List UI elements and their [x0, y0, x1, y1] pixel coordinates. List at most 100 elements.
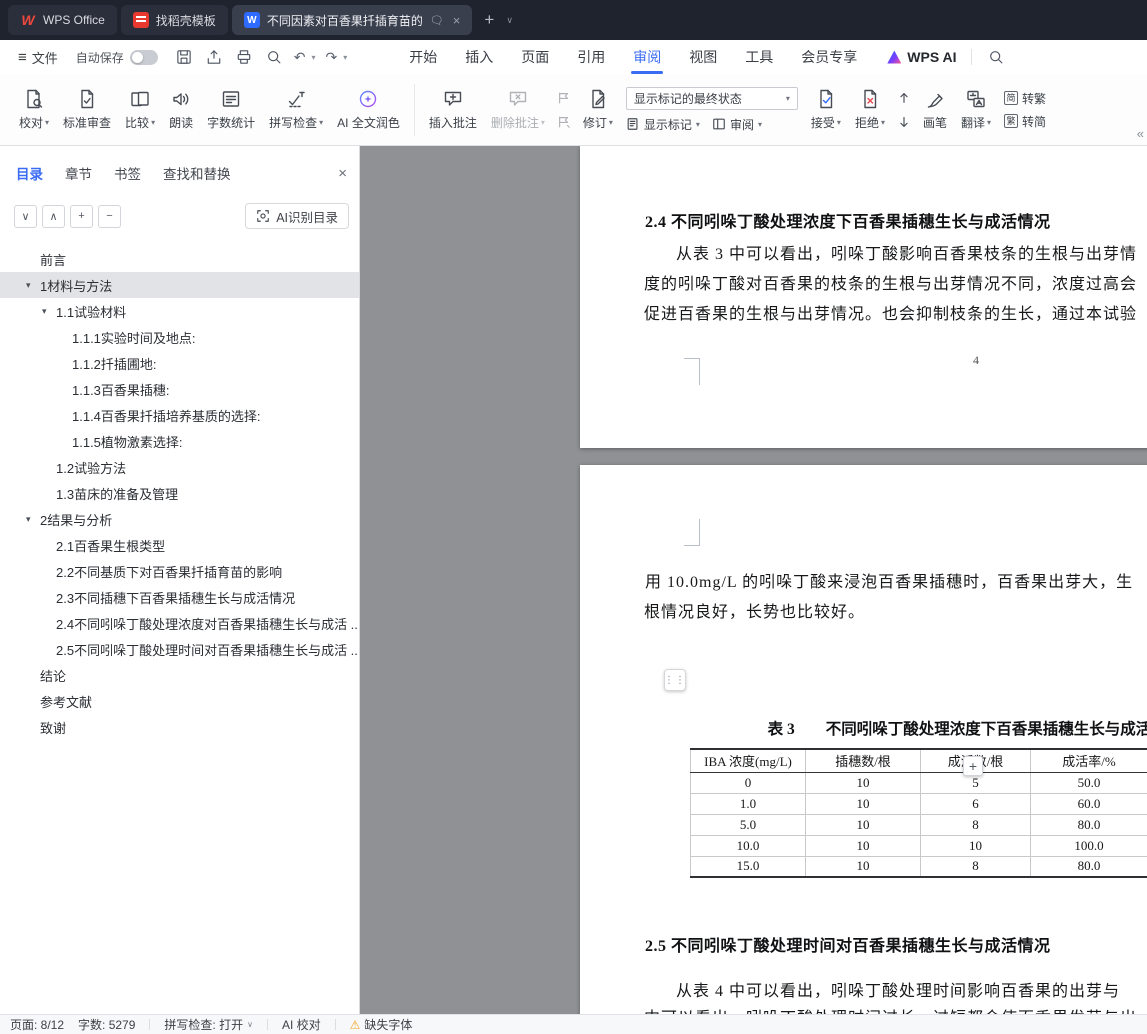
toc-expand-caret-icon[interactable]: ▾ — [42, 306, 47, 316]
toc-item[interactable]: 2.1百香果生根类型 — [0, 532, 359, 558]
insert-column-button[interactable]: + — [963, 756, 983, 776]
new-tab-button[interactable]: + — [476, 10, 502, 30]
close-tab-icon[interactable]: × — [453, 13, 461, 28]
menu-tab[interactable]: 引用 — [563, 40, 619, 74]
document-page-current[interactable]: 用 10.0mg/L 的吲哚丁酸来浸泡百香果插穗时，百香果出芽大，生 根情况良好… — [580, 465, 1147, 1014]
table-cell[interactable]: 0 — [690, 771, 806, 794]
toc-collapse-up-button[interactable]: ∧ — [42, 204, 65, 228]
menu-tab[interactable]: 插入 — [451, 40, 507, 74]
wps-ai-button[interactable]: WPS AI — [887, 49, 957, 65]
toc-item[interactable]: 1.1.3百香果插穗: — [0, 376, 359, 402]
toc-item[interactable]: 1.1.1实验时间及地点: — [0, 324, 359, 350]
sidebar-tab[interactable]: 书签 — [114, 163, 141, 183]
search-button[interactable] — [986, 47, 1006, 67]
proofread-button[interactable]: 校对 ▾ — [12, 80, 56, 140]
redo-caret-icon[interactable]: ▾ — [343, 53, 347, 62]
ai-polish-button[interactable]: AI 全文润色 — [330, 80, 407, 140]
to-simplified-button[interactable]: 繁 转简 — [1004, 113, 1046, 130]
read-aloud-button[interactable]: 朗读 — [162, 80, 200, 140]
autosave-toggle[interactable] — [129, 49, 158, 65]
toc-item[interactable]: 2.2不同基质下对百香果扦插育苗的影响 — [0, 558, 359, 584]
tab-document[interactable]: W 不同因素对百香果扦插育苗的 🗨 × — [231, 5, 473, 35]
table-cell[interactable]: 100.0 — [1030, 834, 1147, 857]
menu-tab[interactable]: 审阅 — [619, 40, 675, 74]
document-page-previous[interactable]: 2.4 不同吲哚丁酸处理浓度下百香果插穗生长与成活情况 从表 3 中可以看出，吲… — [580, 146, 1147, 448]
results-table[interactable]: IBA 浓度(mg/L)插穗数/根成活数/根成活率/% 010550.01.01… — [690, 748, 1147, 878]
page-indicator[interactable]: 页面: 8/12 — [10, 1016, 64, 1033]
ai-recognize-toc-button[interactable]: AI识别目录 — [245, 203, 349, 229]
toc-expand-down-button[interactable]: ∨ — [14, 204, 37, 228]
track-changes-button[interactable]: 修订 ▾ — [576, 80, 620, 140]
toc-item[interactable]: ▾ 1材料与方法 — [0, 272, 359, 298]
toc-item[interactable]: ▾ 2结果与分析 — [0, 506, 359, 532]
close-sidebar-icon[interactable]: × — [338, 165, 347, 182]
table-cell[interactable]: 10.0 — [690, 834, 806, 857]
toc-item[interactable]: 参考文献 — [0, 688, 359, 714]
menu-tab[interactable]: 页面 — [507, 40, 563, 74]
to-traditional-button[interactable]: 简 转繁 — [1004, 90, 1046, 107]
undo-button[interactable]: ↶ — [294, 49, 306, 66]
toc-item[interactable]: 1.1.2扦插圃地: — [0, 350, 359, 376]
table-cell[interactable]: 10 — [805, 792, 921, 815]
redo-button[interactable]: ↷ — [326, 49, 338, 66]
previous-comment-button[interactable] — [555, 90, 573, 106]
comment-bubble-icon[interactable]: 🗨 — [430, 14, 444, 27]
table-drag-handle[interactable]: ⋮⋮ — [664, 669, 686, 691]
collapse-ribbon-icon[interactable]: « — [1137, 126, 1144, 141]
table-cell[interactable]: 8 — [920, 813, 1031, 836]
toc-item[interactable]: 1.1.5植物激素选择: — [0, 428, 359, 454]
print-button[interactable] — [234, 47, 254, 67]
document-canvas[interactable]: 2.4 不同吲哚丁酸处理浓度下百香果插穗生长与成活情况 从表 3 中可以看出，吲… — [360, 146, 1147, 1014]
review-pane-button[interactable]: 审阅 ▾ — [712, 116, 762, 133]
menu-tab[interactable]: 会员专享 — [787, 40, 871, 74]
menu-tab[interactable]: 开始 — [395, 40, 451, 74]
insert-comment-button[interactable]: 插入批注 — [422, 80, 484, 140]
tab-list-caret-icon[interactable]: ∨ — [506, 15, 513, 26]
spell-check-button[interactable]: 拼写检查 ▾ — [262, 80, 330, 140]
next-comment-button[interactable] — [555, 114, 573, 130]
toc-item[interactable]: 1.2试验方法 — [0, 454, 359, 480]
accept-button[interactable]: 接受 ▾ — [804, 80, 848, 140]
toc-expand-all-button[interactable]: + — [70, 204, 93, 228]
sidebar-tab[interactable]: 查找和替换 — [163, 163, 231, 183]
toc-item[interactable]: 2.5不同吲哚丁酸处理时间对百香果插穗生长与成活 ... — [0, 636, 359, 662]
missing-font-warning[interactable]: ⚠ 缺失字体 — [350, 1016, 413, 1033]
toc-item[interactable]: 1.1.4百香果扦插培养基质的选择: — [0, 402, 359, 428]
reject-button[interactable]: 拒绝 ▾ — [848, 80, 892, 140]
show-markup-button[interactable]: 显示标记 ▾ — [626, 116, 700, 133]
table-cell[interactable]: 10 — [920, 834, 1031, 857]
table-cell[interactable]: 80.0 — [1030, 855, 1147, 878]
markup-state-combobox[interactable]: 显示标记的最终状态 ▾ — [625, 86, 798, 110]
table-cell[interactable]: 10 — [805, 834, 921, 857]
word-count-indicator[interactable]: 字数: 5279 — [78, 1016, 135, 1033]
sidebar-tab[interactable]: 目录 — [16, 163, 43, 183]
tab-docer-templates[interactable]: 找稻壳模板 — [120, 5, 228, 35]
table-cell[interactable]: 10 — [805, 771, 921, 794]
translate-button[interactable]: 翻译 ▾ — [954, 80, 998, 140]
delete-comment-button[interactable]: 删除批注 ▾ — [484, 80, 552, 140]
toc-item[interactable]: ▾ 1.1试验材料 — [0, 298, 359, 324]
toc-item[interactable]: 1.3苗床的准备及管理 — [0, 480, 359, 506]
table-cell[interactable]: 60.0 — [1030, 792, 1147, 815]
table-cell[interactable]: 6 — [920, 792, 1031, 815]
menu-tab[interactable]: 视图 — [675, 40, 731, 74]
export-button[interactable] — [204, 47, 224, 67]
table-cell[interactable]: 5.0 — [690, 813, 806, 836]
table-cell[interactable]: 10 — [805, 813, 921, 836]
toc-item[interactable]: 结论 — [0, 662, 359, 688]
ai-proofread-button[interactable]: AI 校对 — [282, 1016, 321, 1033]
compare-button[interactable]: 比较 ▾ — [118, 80, 162, 140]
toc-expand-caret-icon[interactable]: ▾ — [26, 280, 31, 290]
table-cell[interactable]: 8 — [920, 855, 1031, 878]
toc-item[interactable]: 2.4不同吲哚丁酸处理浓度对百香果插穗生长与成活 ... — [0, 610, 359, 636]
save-button[interactable] — [174, 47, 194, 67]
table-cell[interactable]: 15.0 — [690, 855, 806, 878]
toc-item[interactable]: 2.3不同插穗下百香果插穗生长与成活情况 — [0, 584, 359, 610]
standard-review-button[interactable]: 标准审查 — [56, 80, 118, 140]
menu-tab[interactable]: 工具 — [731, 40, 787, 74]
toc-expand-caret-icon[interactable]: ▾ — [26, 514, 31, 524]
table-cell[interactable]: 50.0 — [1030, 771, 1147, 794]
toc-collapse-all-button[interactable]: − — [98, 204, 121, 228]
spellcheck-status[interactable]: 拼写检查: 打开 ∨ — [164, 1016, 253, 1033]
print-preview-button[interactable] — [264, 47, 284, 67]
